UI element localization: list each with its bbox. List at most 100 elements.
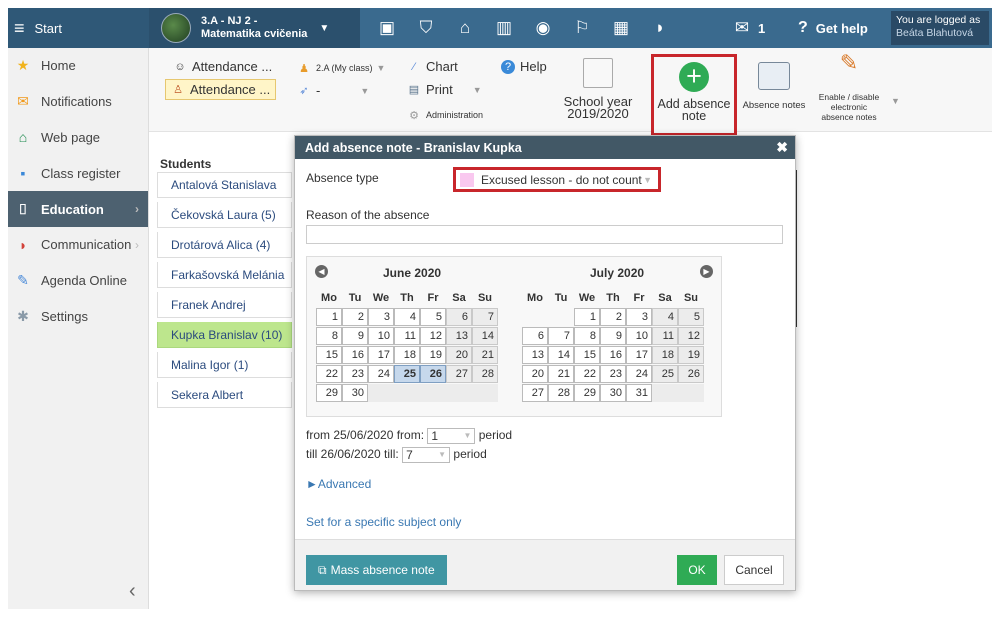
calendar-day[interactable]: 4 bbox=[652, 308, 678, 326]
close-icon[interactable]: ✖ bbox=[776, 139, 788, 156]
calendar-day[interactable]: 10 bbox=[626, 327, 652, 345]
help-button[interactable]: ? Help bbox=[501, 59, 547, 74]
school-year-button[interactable]: School year 2019/2020 bbox=[563, 58, 633, 120]
till-period-select[interactable]: 7 ▼ bbox=[402, 447, 451, 463]
student-item[interactable]: Malina Igor (1) bbox=[157, 352, 292, 378]
chat-icon[interactable]: ◗ bbox=[648, 8, 672, 48]
calendar-day[interactable]: 19 bbox=[420, 346, 446, 364]
sidebar-item-agenda-online[interactable]: ✎ Agenda Online bbox=[8, 263, 148, 299]
calendar-day[interactable]: 2 bbox=[600, 308, 626, 326]
calendar-day[interactable]: 3 bbox=[626, 308, 652, 326]
calendar-day[interactable]: 2 bbox=[342, 308, 368, 326]
calendar-day[interactable]: 17 bbox=[626, 346, 652, 364]
ok-button[interactable]: OK bbox=[677, 555, 717, 585]
mass-absence-note-button[interactable]: ⧉ Mass absence note bbox=[306, 555, 447, 585]
calendar-day[interactable]: 8 bbox=[574, 327, 600, 345]
calendar-day-selected[interactable]: 25 bbox=[394, 365, 420, 383]
chart-button[interactable]: ⁄ Chart bbox=[407, 59, 458, 74]
user-box[interactable]: You are logged as Beáta Blahutová bbox=[891, 11, 989, 45]
reason-input[interactable] bbox=[306, 225, 783, 244]
calendar-day[interactable]: 18 bbox=[394, 346, 420, 364]
student-item[interactable]: Čekovská Laura (5) bbox=[157, 202, 292, 228]
add-absence-note-button[interactable]: + Add absence note bbox=[651, 54, 737, 136]
calendar-day[interactable]: 14 bbox=[472, 327, 498, 345]
calendar-day[interactable]: 5 bbox=[678, 308, 704, 326]
calendar-day[interactable]: 10 bbox=[368, 327, 394, 345]
calendar-day[interactable]: 9 bbox=[342, 327, 368, 345]
palette-icon[interactable]: ◉ bbox=[531, 8, 555, 48]
calendar-day[interactable]: 6 bbox=[446, 308, 472, 326]
calendar-day[interactable]: 3 bbox=[368, 308, 394, 326]
calendar-day[interactable]: 15 bbox=[574, 346, 600, 364]
from-period-select[interactable]: 1 ▼ bbox=[427, 428, 476, 444]
chart-icon[interactable]: ▥ bbox=[492, 8, 516, 48]
get-help-button[interactable]: ? Get help bbox=[798, 8, 868, 48]
calendar-day[interactable]: 1 bbox=[316, 308, 342, 326]
calendar-day[interactable]: 17 bbox=[368, 346, 394, 364]
calendar-day[interactable]: 9 bbox=[600, 327, 626, 345]
enable-disable-button[interactable]: ✎ Enable / disable electronic absence no… bbox=[813, 52, 885, 123]
calendar-day[interactable]: 20 bbox=[446, 346, 472, 364]
student-item[interactable]: Sekera Albert bbox=[157, 382, 292, 408]
calendar-day[interactable]: 16 bbox=[342, 346, 368, 364]
calendar-day[interactable]: 18 bbox=[652, 346, 678, 364]
walking-icon[interactable]: ⚐ bbox=[570, 8, 594, 48]
sidebar-item-notifications[interactable]: ✉ Notifications bbox=[8, 84, 148, 120]
prev-month-icon[interactable]: ◀ bbox=[315, 265, 328, 278]
class-dropdown[interactable]: ♟ 2.A (My class) ▼ bbox=[297, 61, 385, 75]
absence-type-select[interactable]: Excused lesson - do not count ▼ bbox=[453, 167, 661, 192]
absence-notes-button[interactable]: Absence notes bbox=[741, 62, 807, 111]
calendar-day[interactable]: 28 bbox=[548, 384, 574, 402]
student-item-selected[interactable]: Kupka Branislav (10) bbox=[157, 322, 292, 348]
calendar-day[interactable]: 20 bbox=[522, 365, 548, 383]
calendar-day[interactable]: 25 bbox=[652, 365, 678, 383]
next-month-icon[interactable]: ▶ bbox=[700, 265, 713, 278]
collapse-sidebar-icon[interactable]: ‹ bbox=[129, 580, 136, 603]
class-selector[interactable]: 3.A - NJ 2 - Matematika cvičenia ▼ bbox=[149, 8, 360, 48]
calendar-day[interactable]: 1 bbox=[574, 308, 600, 326]
calendar-day[interactable]: 8 bbox=[316, 327, 342, 345]
calendar-day[interactable]: 23 bbox=[600, 365, 626, 383]
calendar-day[interactable]: 12 bbox=[678, 327, 704, 345]
calendar-day[interactable]: 28 bbox=[472, 365, 498, 383]
bank-icon[interactable]: ⌂ bbox=[453, 8, 477, 48]
attendance-button-1[interactable]: ☺ Attendance ... bbox=[173, 59, 272, 74]
chevron-down-icon[interactable]: ▼ bbox=[891, 96, 900, 106]
calendar-day[interactable]: 24 bbox=[368, 365, 394, 383]
calendar-day[interactable]: 31 bbox=[626, 384, 652, 402]
sidebar-item-class-register[interactable]: ▪ Class register bbox=[8, 155, 148, 191]
calendar-day[interactable]: 5 bbox=[420, 308, 446, 326]
calendar-day[interactable]: 22 bbox=[574, 365, 600, 383]
calendar-day[interactable]: 14 bbox=[548, 346, 574, 364]
dash-dropdown[interactable]: ➶ - ▼ bbox=[297, 83, 369, 98]
calendar-day[interactable]: 30 bbox=[342, 384, 368, 402]
shield-icon[interactable]: ⛉ bbox=[414, 8, 438, 48]
attendance-button-2[interactable]: ♙ Attendance ... bbox=[165, 79, 277, 100]
sidebar-item-settings[interactable]: ✱ Settings bbox=[8, 299, 148, 335]
calendar-day[interactable]: 21 bbox=[472, 346, 498, 364]
student-item[interactable]: Antalová Stanislava bbox=[157, 172, 292, 198]
calendar-day-selected[interactable]: 26 bbox=[420, 365, 446, 383]
student-item[interactable]: Drotárová Alica (4) bbox=[157, 232, 292, 258]
calendar-day[interactable]: 29 bbox=[574, 384, 600, 402]
sidebar-item-home[interactable]: ★ Home bbox=[8, 48, 148, 84]
calendar-day[interactable]: 30 bbox=[600, 384, 626, 402]
calendar-day[interactable]: 21 bbox=[548, 365, 574, 383]
sidebar-item-communication[interactable]: ◗ Communication › bbox=[8, 227, 148, 263]
calendar-day[interactable]: 13 bbox=[446, 327, 472, 345]
calendar-day[interactable]: 13 bbox=[522, 346, 548, 364]
calendar-day[interactable]: 22 bbox=[316, 365, 342, 383]
calendar-day[interactable]: 24 bbox=[626, 365, 652, 383]
calendar-day[interactable]: 16 bbox=[600, 346, 626, 364]
calendar-day[interactable]: 11 bbox=[652, 327, 678, 345]
calendar-day[interactable]: 12 bbox=[420, 327, 446, 345]
student-item[interactable]: Franek Andrej bbox=[157, 292, 292, 318]
calendar-day[interactable]: 27 bbox=[522, 384, 548, 402]
print-button[interactable]: ▤ Print ▼ bbox=[407, 82, 482, 97]
calendar-day[interactable]: 11 bbox=[394, 327, 420, 345]
calendar-day[interactable]: 29 bbox=[316, 384, 342, 402]
calendar-day[interactable]: 26 bbox=[678, 365, 704, 383]
student-item[interactable]: Farkašovská Melánia bbox=[157, 262, 292, 288]
administration-button[interactable]: ⚙ Administration bbox=[407, 108, 483, 122]
calendar-day[interactable]: 19 bbox=[678, 346, 704, 364]
